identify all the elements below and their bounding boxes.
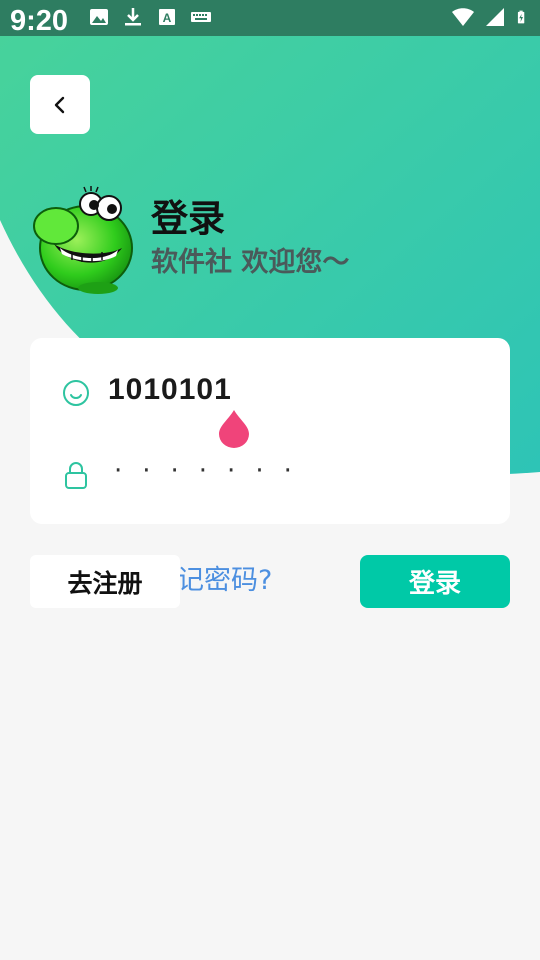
battery-charging-icon	[517, 10, 525, 24]
signal-icon	[486, 8, 504, 26]
register-button[interactable]: 去注册	[30, 555, 180, 608]
text-icon: A	[159, 9, 175, 25]
smile-icon	[63, 380, 89, 406]
status-bar: 9:20 A	[0, 0, 540, 37]
login-form-card	[30, 338, 510, 524]
svg-text:A: A	[163, 11, 172, 25]
download-icon	[125, 8, 141, 26]
chevron-left-icon	[54, 96, 65, 113]
back-button[interactable]	[30, 75, 90, 134]
login-button[interactable]: 登录	[360, 555, 510, 608]
status-time: 9:20	[10, 5, 69, 37]
page-title: 登录	[151, 197, 225, 240]
wifi-icon	[452, 8, 474, 26]
password-input[interactable]: ·······	[114, 455, 312, 487]
image-icon	[90, 9, 108, 25]
account-input[interactable]: 1010101	[108, 370, 232, 410]
keyboard-icon	[191, 12, 211, 22]
welcome-subtitle: 软件社 欢迎您～	[151, 247, 350, 278]
text-cursor-handle[interactable]	[218, 408, 250, 448]
lock-icon	[65, 462, 87, 489]
frog-mascot-logo	[33, 186, 133, 294]
